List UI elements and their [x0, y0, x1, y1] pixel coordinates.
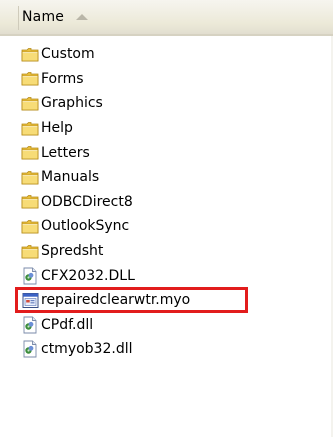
dll-file-icon [20, 316, 40, 334]
list-item-label: Manuals [41, 169, 100, 186]
list-item-label: CPdf.dll [41, 316, 94, 333]
folder-icon [20, 70, 40, 88]
name-column-header[interactable]: Name [22, 0, 89, 34]
list-item-highlighted[interactable]: repairedclearwtr.myo [0, 286, 333, 313]
list-item-label: Help [41, 120, 73, 137]
list-item[interactable]: Custom [0, 42, 333, 67]
file-list-pane: Name Custom Forms Graphics Help Letters … [0, 0, 333, 437]
myob-file-icon [20, 291, 40, 309]
list-item-label: Letters [41, 144, 90, 161]
column-divider [18, 6, 19, 30]
list-item[interactable]: CPdf.dll [0, 313, 333, 338]
folder-icon [20, 144, 40, 162]
list-item-label: Forms [41, 70, 84, 87]
folder-icon [20, 119, 40, 137]
list-item-label: ctmyob32.dll [41, 341, 133, 358]
list-item-label: CFX2032.DLL [41, 267, 135, 284]
list-item[interactable]: OutlookSync [0, 214, 333, 239]
dll-file-icon [20, 267, 40, 285]
list-item-label: ODBCDirect8 [41, 193, 133, 210]
list-item[interactable]: Spredsht [0, 239, 333, 264]
list-item[interactable]: CFX2032.DLL [0, 263, 333, 288]
folder-icon [20, 94, 40, 112]
file-list: Custom Forms Graphics Help Letters Manua… [0, 42, 333, 362]
folder-icon [20, 168, 40, 186]
sort-ascending-icon [76, 14, 89, 20]
name-column-label: Name [22, 9, 65, 25]
list-item[interactable]: ctmyob32.dll [0, 337, 333, 362]
list-item[interactable]: Forms [0, 67, 333, 92]
list-item[interactable]: Letters [0, 140, 333, 165]
column-header-bar: Name [0, 0, 333, 36]
list-item-label: Graphics [41, 95, 103, 112]
list-item[interactable]: ODBCDirect8 [0, 190, 333, 215]
list-item-label: OutlookSync [41, 218, 130, 235]
folder-icon [20, 193, 40, 211]
dll-file-icon [20, 340, 40, 358]
list-item-label: Custom [41, 46, 95, 63]
list-item[interactable]: Help [0, 116, 333, 141]
list-item-label: Spredsht [41, 243, 104, 260]
list-item[interactable]: Manuals [0, 165, 333, 190]
folder-icon [20, 217, 40, 235]
folder-icon [20, 45, 40, 63]
list-item-label: repairedclearwtr.myo [41, 292, 191, 309]
folder-icon [20, 242, 40, 260]
list-item[interactable]: Graphics [0, 91, 333, 116]
